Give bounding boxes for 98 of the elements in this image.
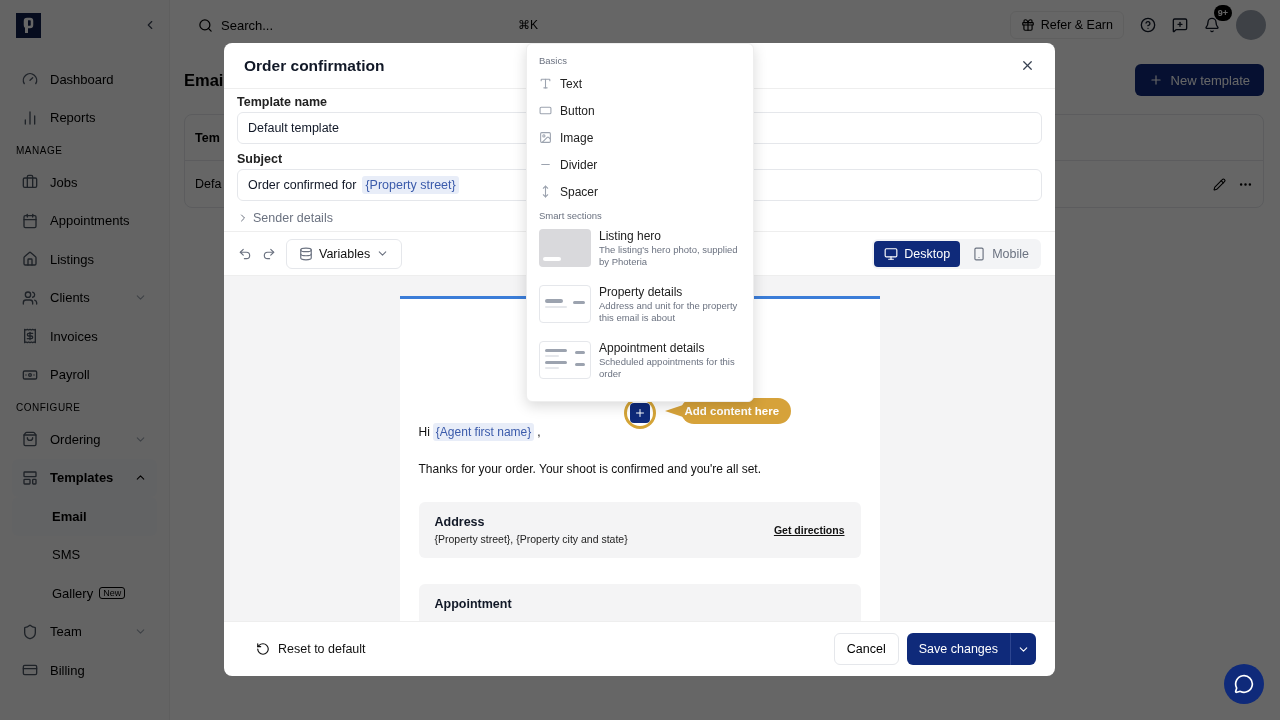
menu-item-title: Property details bbox=[599, 285, 684, 299]
users-icon bbox=[22, 289, 38, 306]
nav-subitem[interactable]: SMS bbox=[12, 535, 157, 574]
save-button[interactable]: Save changes bbox=[906, 633, 1010, 665]
menu-item[interactable]: Text bbox=[527, 70, 753, 97]
column-header: Tem bbox=[195, 130, 220, 145]
nav-item[interactable]: Team bbox=[12, 612, 157, 651]
page-title: Emai bbox=[184, 70, 224, 90]
nav-item[interactable]: Invoices bbox=[12, 317, 157, 356]
close-button[interactable] bbox=[1020, 58, 1035, 73]
field-label: Subject bbox=[237, 152, 283, 166]
cancel-button[interactable]: Cancel bbox=[833, 633, 899, 665]
plus-icon bbox=[1148, 73, 1163, 87]
house-icon bbox=[22, 251, 38, 268]
refer-button[interactable]: Refer & Earn bbox=[1009, 11, 1124, 39]
hero-thumbnail-icon bbox=[543, 257, 561, 261]
sender-details-toggle[interactable]: Sender details bbox=[237, 209, 333, 227]
nav-subitem-label: SMS bbox=[52, 547, 81, 563]
text-icon bbox=[539, 77, 552, 90]
redo-icon bbox=[262, 246, 276, 261]
reset-button[interactable]: Reset to default bbox=[256, 642, 366, 656]
menu-item[interactable]: Spacer bbox=[527, 178, 753, 205]
bell-icon[interactable] bbox=[1204, 17, 1220, 33]
shield-icon bbox=[22, 623, 38, 640]
table-cell: Defa bbox=[195, 177, 222, 191]
menu-item-description: Address and unit for the property this email is about bbox=[599, 300, 739, 325]
section-heading: MANAGE bbox=[15, 143, 64, 158]
nav-item[interactable]: Billing bbox=[12, 651, 157, 690]
new-template-button[interactable]: New template bbox=[1134, 64, 1264, 96]
nav-item[interactable]: Dashboard bbox=[12, 60, 157, 99]
nav-subitem-label: Gallery bbox=[52, 585, 94, 601]
phone-icon bbox=[972, 246, 987, 261]
nav-item[interactable]: Payroll bbox=[12, 355, 157, 394]
undo-icon bbox=[238, 246, 252, 261]
chat-button[interactable] bbox=[1224, 664, 1264, 704]
shopping-bag-icon bbox=[22, 431, 38, 448]
nav-subitem-label: Email bbox=[52, 508, 87, 524]
card-title: Appointment bbox=[434, 597, 512, 611]
nav-item[interactable]: Reports bbox=[12, 98, 157, 137]
menu-item[interactable]: Divider bbox=[527, 151, 753, 178]
nav-item[interactable]: Ordering bbox=[12, 420, 157, 459]
greeting-text: Hi {Agent first name} , bbox=[418, 423, 542, 441]
menu-item-description: The listing's hero photo, supplied by Photeria bbox=[599, 244, 739, 269]
database-icon bbox=[299, 246, 313, 261]
menu-item[interactable]: Image bbox=[527, 124, 753, 151]
feedback-icon[interactable] bbox=[1172, 17, 1188, 33]
menu-item[interactable]: Listing hero The listing's hero photo, supplied by Photeria bbox=[527, 225, 753, 281]
bar-chart-icon bbox=[22, 109, 38, 126]
shortcut-hint: ⌘K bbox=[518, 18, 538, 32]
variables-button[interactable]: Variables bbox=[286, 238, 403, 269]
dialog-title: Order confirmation bbox=[244, 56, 385, 75]
view-tab[interactable]: Mobile bbox=[962, 240, 1039, 267]
menu-item-title: Appointment details bbox=[599, 341, 706, 355]
field-label: Template name bbox=[237, 95, 328, 109]
menu-section-heading: Smart sections bbox=[538, 208, 603, 223]
new-badge: New bbox=[99, 587, 126, 600]
directions-link[interactable]: Get directions bbox=[773, 524, 845, 536]
menu-item-title: Listing hero bbox=[599, 229, 663, 243]
notification-badge: 9+ bbox=[1213, 5, 1232, 21]
logo-icon bbox=[16, 12, 41, 38]
nav-item[interactable]: Jobs bbox=[12, 163, 157, 202]
nav-item[interactable]: Listings bbox=[12, 240, 157, 279]
briefcase-icon bbox=[22, 174, 38, 191]
reset-icon bbox=[256, 642, 270, 656]
schedule-thumbnail-icon bbox=[545, 348, 585, 372]
body-text: Thanks for your order. Your shoot is confirmed and you're all set. bbox=[418, 462, 762, 476]
monitor-icon bbox=[884, 246, 899, 261]
redo-button[interactable] bbox=[262, 246, 276, 261]
undo-button[interactable] bbox=[238, 246, 252, 261]
menu-item[interactable]: Appointment details Scheduled appointments for this order bbox=[527, 337, 753, 393]
search-field[interactable]: Search... ⌘K bbox=[198, 17, 538, 33]
calendar-icon bbox=[22, 212, 38, 229]
menu-item[interactable]: Property details Address and unit for the property this email is about bbox=[527, 281, 753, 337]
save-options-button[interactable] bbox=[1010, 633, 1036, 665]
edit-icon[interactable] bbox=[1213, 177, 1226, 191]
view-tab[interactable]: Desktop bbox=[874, 240, 961, 267]
close-icon bbox=[1020, 58, 1035, 73]
search-icon bbox=[198, 17, 213, 33]
plus-icon bbox=[633, 407, 646, 419]
section-heading: CONFIGURE bbox=[15, 400, 82, 415]
menu-item[interactable]: Button bbox=[527, 97, 753, 124]
menu-section-heading: Basics bbox=[538, 53, 568, 68]
nav-subitem[interactable]: Gallery New bbox=[12, 574, 157, 613]
menu-item-description: Scheduled appointments for this order bbox=[599, 356, 736, 381]
add-content-button[interactable] bbox=[629, 403, 650, 423]
nav-item[interactable]: Clients bbox=[12, 278, 157, 317]
receipt-icon bbox=[22, 328, 38, 345]
gift-icon bbox=[1020, 18, 1035, 32]
avatar[interactable] bbox=[1236, 10, 1266, 40]
card-title: Address bbox=[434, 515, 486, 529]
help-icon[interactable] bbox=[1140, 17, 1156, 33]
details-thumbnail-icon bbox=[545, 297, 585, 311]
rectangle-icon bbox=[539, 104, 552, 117]
image-icon bbox=[539, 131, 552, 144]
nav-item[interactable]: Appointments bbox=[12, 201, 157, 240]
layout-icon bbox=[22, 469, 38, 486]
chat-icon bbox=[1234, 674, 1254, 694]
card-text: {Property street}, {Property city and state} bbox=[434, 533, 628, 545]
